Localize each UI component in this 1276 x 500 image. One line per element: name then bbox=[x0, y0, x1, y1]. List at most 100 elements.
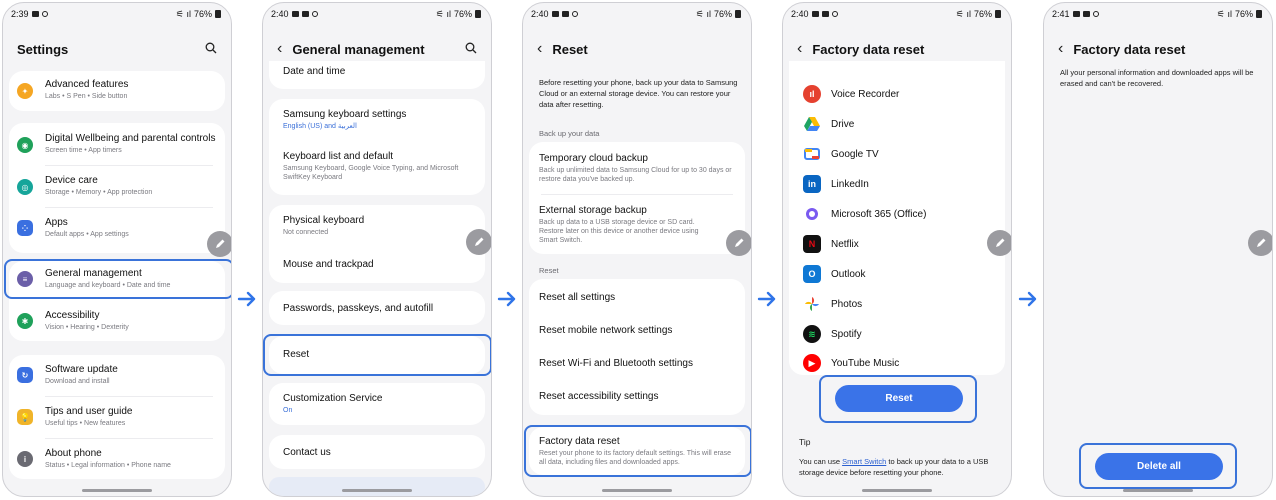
delete-all-button[interactable]: Delete all bbox=[1095, 453, 1223, 480]
arrow-right-icon bbox=[237, 291, 256, 307]
wellbeing-icon: ◉ bbox=[17, 137, 33, 153]
drive-icon bbox=[803, 115, 821, 133]
settings-card: Temporary cloud backup Back up unlimited… bbox=[529, 142, 745, 254]
battery-icon bbox=[735, 10, 741, 18]
netflix-icon: N bbox=[803, 235, 821, 253]
settings-item-samsung-keyboard[interactable]: Samsung keyboard settings English (US) a… bbox=[283, 108, 485, 131]
software-update-icon: ↻ bbox=[17, 367, 33, 383]
settings-card: Reset all settings Reset mobile network … bbox=[529, 279, 745, 415]
edit-pencil-button[interactable] bbox=[207, 231, 231, 257]
list-item: Drive bbox=[803, 113, 995, 135]
list-item: Photos bbox=[803, 293, 995, 315]
settings-item-reset-mobile-network[interactable]: Reset mobile network settings bbox=[539, 324, 745, 337]
settings-item-reset-all-settings[interactable]: Reset all settings bbox=[539, 291, 745, 304]
settings-card: ◉ Digital Wellbeing and parental control… bbox=[9, 123, 225, 253]
settings-item-tips[interactable]: Tips and user guide Useful tips • New fe… bbox=[45, 405, 225, 428]
edit-pencil-button[interactable] bbox=[987, 230, 1011, 256]
battery-level: 76% bbox=[453, 9, 472, 19]
battery-icon bbox=[995, 10, 1001, 18]
edit-pencil-button[interactable] bbox=[726, 230, 751, 256]
arrow-right-icon bbox=[757, 291, 776, 307]
settings-item-contact-us[interactable]: Contact us bbox=[283, 446, 485, 459]
settings-item-accessibility[interactable]: Accessibility Vision • Hearing • Dexteri… bbox=[45, 309, 225, 332]
back-arrow-icon[interactable]: ‹ bbox=[797, 41, 802, 57]
nav-handle[interactable] bbox=[342, 489, 412, 492]
list-item: ▶ YouTube Music bbox=[803, 352, 995, 374]
nav-handle[interactable] bbox=[82, 489, 152, 492]
status-bar: 2:40 ⚟ ıl 76% bbox=[263, 3, 491, 25]
edit-pencil-button[interactable] bbox=[1248, 230, 1272, 256]
notification-icon bbox=[551, 11, 559, 17]
notification-icon bbox=[41, 11, 48, 17]
search-icon[interactable] bbox=[205, 42, 217, 54]
settings-item-temporary-cloud-backup[interactable]: Temporary cloud backup Back up unlimited… bbox=[539, 152, 735, 184]
section-label: Reset bbox=[539, 266, 559, 275]
notification-icon bbox=[1092, 11, 1099, 17]
nav-handle[interactable] bbox=[1123, 489, 1193, 492]
notification-icon bbox=[821, 11, 829, 17]
settings-item-reset-wifi-bluetooth[interactable]: Reset Wi-Fi and Bluetooth settings bbox=[539, 357, 745, 370]
notification-icon bbox=[831, 11, 838, 17]
settings-item-device-care[interactable]: Device care Storage • Memory • App prote… bbox=[45, 174, 225, 197]
list-item: O Outlook bbox=[803, 263, 995, 285]
search-icon[interactable] bbox=[465, 42, 477, 54]
settings-card: Advanced features Labs • S Pen • Side bu… bbox=[9, 71, 225, 111]
list-item: N Netflix bbox=[803, 233, 995, 255]
accessibility-icon: ✱ bbox=[17, 313, 33, 329]
settings-card: Samsung keyboard settings English (US) a… bbox=[269, 99, 485, 195]
settings-item-external-storage-backup[interactable]: External storage backup Back up data to … bbox=[539, 204, 709, 245]
nav-handle[interactable] bbox=[602, 489, 672, 492]
settings-item-date-time[interactable]: Date and time bbox=[283, 65, 485, 78]
erase-warning-text: All your personal information and downlo… bbox=[1060, 68, 1254, 88]
signal-icon: ⚟ ıl bbox=[1216, 8, 1232, 19]
phone-screen-reset: 2:40 ⚟ ıl 76% ‹ Reset Before resetting yo… bbox=[522, 2, 752, 497]
settings-item-software-update[interactable]: Software update Download and install bbox=[45, 363, 225, 386]
status-bar: 2:40 ⚟ ıl 76% bbox=[523, 3, 751, 25]
settings-item-physical-keyboard[interactable]: Physical keyboard Not connected bbox=[283, 214, 485, 237]
reset-button[interactable]: Reset bbox=[835, 385, 963, 412]
settings-item-about-phone[interactable]: About phone Status • Legal information •… bbox=[45, 447, 225, 470]
list-item: Microsoft 365 (Office) bbox=[803, 203, 995, 225]
list-item: Google TV bbox=[803, 143, 995, 165]
settings-card: Customization Service On bbox=[269, 383, 485, 425]
pencil-icon bbox=[1257, 238, 1266, 247]
phone-screen-settings: 2:39 ⚟ ıl 76% Settings Advanced features … bbox=[2, 2, 232, 497]
linkedin-icon: in bbox=[803, 175, 821, 193]
status-bar: 2:41 ⚟ ıl 76% bbox=[1044, 3, 1272, 25]
tip-text: You can use Smart Switch to back up your… bbox=[799, 457, 989, 477]
back-arrow-icon[interactable]: ‹ bbox=[1058, 41, 1063, 57]
nav-handle[interactable] bbox=[862, 489, 932, 492]
settings-item-customization[interactable]: Customization Service On bbox=[283, 392, 485, 415]
status-time: 2:39 bbox=[11, 9, 29, 19]
phone-screen-factory-data-reset-confirm: 2:41 ⚟ ıl 76% ‹ Factory data reset All yo… bbox=[1043, 2, 1273, 497]
settings-item-mouse-trackpad[interactable]: Mouse and trackpad bbox=[283, 258, 485, 271]
status-time: 2:40 bbox=[531, 9, 549, 19]
pencil-icon bbox=[216, 239, 225, 248]
notification-icon bbox=[1072, 11, 1080, 17]
back-arrow-icon[interactable]: ‹ bbox=[277, 41, 282, 57]
edit-pencil-button[interactable] bbox=[466, 229, 491, 255]
settings-card: Contact us bbox=[269, 435, 485, 469]
pencil-icon bbox=[735, 238, 744, 247]
battery-icon bbox=[1256, 10, 1262, 18]
google-tv-icon bbox=[803, 145, 821, 163]
signal-icon: ⚟ ıl bbox=[695, 8, 711, 19]
settings-item-digital-wellbeing[interactable]: Digital Wellbeing and parental controls … bbox=[45, 132, 225, 155]
settings-item-keyboard-list[interactable]: Keyboard list and default Samsung Keyboa… bbox=[283, 150, 475, 182]
settings-item-advanced-features[interactable]: Advanced features Labs • S Pen • Side bu… bbox=[45, 78, 225, 101]
settings-item-passwords[interactable]: Passwords, passkeys, and autofill bbox=[283, 302, 485, 315]
highlight-factory-data-reset bbox=[524, 425, 751, 477]
back-arrow-icon[interactable]: ‹ bbox=[537, 41, 542, 57]
arrow-right-icon bbox=[1018, 291, 1037, 307]
notification-icon bbox=[561, 11, 569, 17]
notification-icon bbox=[301, 11, 309, 17]
section-label: Back up your data bbox=[539, 129, 600, 138]
photos-icon bbox=[803, 295, 821, 313]
pencil-icon bbox=[475, 237, 484, 246]
settings-item-reset-accessibility[interactable]: Reset accessibility settings bbox=[539, 390, 745, 403]
status-time: 2:41 bbox=[1052, 9, 1070, 19]
tip-label: Tip bbox=[799, 437, 811, 447]
smart-switch-link[interactable]: Smart Switch bbox=[842, 457, 886, 466]
phone-screen-factory-data-reset-apps: 2:40 ⚟ ıl 76% ‹ Factory data reset ıl Voi… bbox=[782, 2, 1012, 497]
settings-item-apps[interactable]: Apps Default apps • App settings bbox=[45, 216, 225, 239]
